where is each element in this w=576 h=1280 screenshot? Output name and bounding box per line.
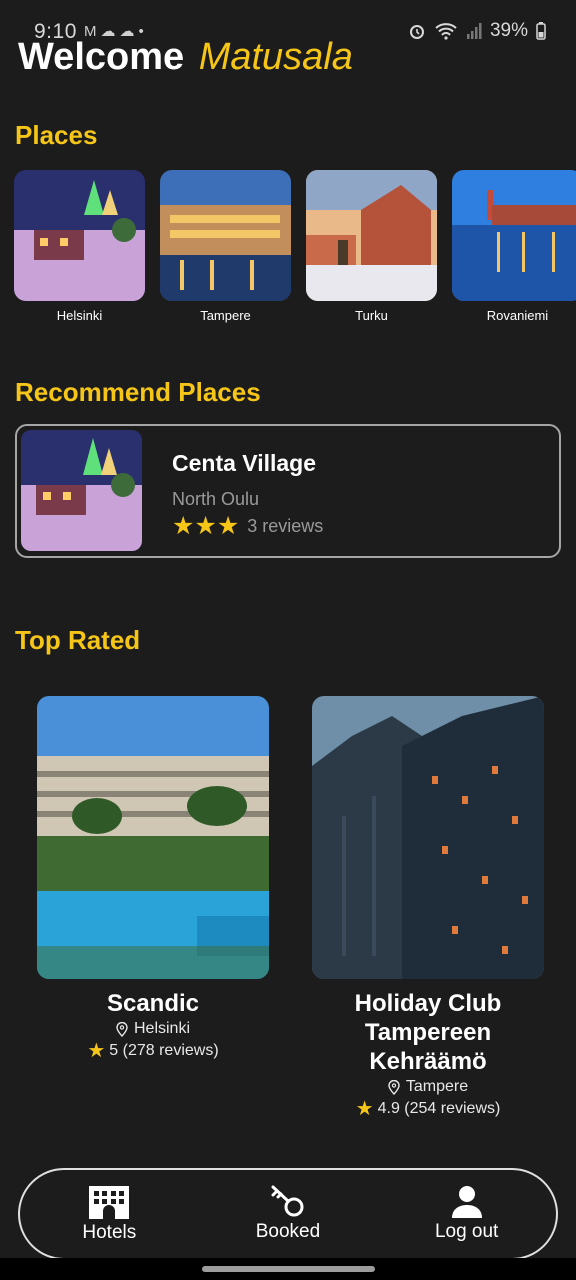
location-pin-icon (388, 1079, 400, 1095)
status-right: 39% (408, 20, 546, 42)
place-image (452, 170, 576, 301)
battery-icon (536, 22, 546, 40)
place-card-rovaniemi[interactable]: Rovaniemi (452, 170, 576, 330)
place-image (160, 170, 291, 301)
star-icon: ★ (216, 512, 240, 540)
hotel-card-holiday-club[interactable]: Holiday Club Tampereen Kehräämö Tampere … (312, 696, 544, 1119)
place-label: Turku (355, 308, 388, 323)
hotel-rating-text: 5 (278 reviews) (109, 1042, 219, 1059)
nav-item-hotels[interactable]: Hotels (34, 1184, 184, 1244)
recommended-place-name: Centa Village (172, 450, 317, 476)
hotel-rating-text: 4.9 (254 reviews) (377, 1100, 501, 1117)
star-icon: ★ (172, 512, 195, 540)
nav-item-logout[interactable]: Log out (392, 1185, 542, 1243)
recommended-place-location: North Oulu (172, 489, 260, 509)
recommend-title: Recommend Places (15, 377, 261, 407)
hotel-name: Holiday Club Tampereen Kehräämö (354, 990, 502, 1075)
hotel-image (312, 696, 544, 979)
place-card-turku[interactable]: Turku (306, 170, 437, 330)
alarm-icon (409, 25, 424, 39)
hotel-location: Helsinki (37, 1020, 269, 1038)
nav-label: Hotels (82, 1222, 137, 1243)
hotel-location-text: Helsinki (133, 1020, 190, 1037)
home-indicator[interactable] (202, 1266, 375, 1272)
hotel-rating: ★ 5 (278 reviews) (37, 1041, 269, 1061)
recommended-place-rating: ★ ★ ★ 3 reviews (172, 514, 323, 539)
nav-label: Booked (255, 1221, 321, 1242)
place-card-helsinki[interactable]: Helsinki (14, 170, 145, 330)
welcome-text: Welcome (18, 36, 185, 78)
key-icon (271, 1185, 304, 1217)
hotel-name: Scandic (106, 990, 200, 1017)
bottom-nav: Hotels Booked Log out (18, 1168, 558, 1260)
star-icon: ★ (355, 1098, 374, 1120)
hotel-icon (89, 1186, 130, 1219)
person-icon (451, 1186, 482, 1218)
place-label: Rovaniemi (486, 308, 549, 323)
hotel-location: Tampere (312, 1078, 544, 1096)
star-icon: ★ (194, 512, 217, 540)
places-title: Places (15, 120, 98, 150)
app-screen: 9:10 M☁☁• 39% Welcome Matusala Places He… (0, 0, 576, 1280)
nav-label: Log out (434, 1221, 499, 1242)
place-image (306, 170, 437, 301)
place-card-tampere[interactable]: Tampere (160, 170, 291, 330)
username: Matusala (198, 36, 353, 78)
places-carousel[interactable]: Helsinki Tampere Turku Rovaniemi (14, 170, 576, 330)
recommended-place-image (21, 430, 142, 551)
place-image (14, 170, 145, 301)
hotel-location-text: Tampere (405, 1078, 469, 1095)
signal-icon (466, 23, 482, 39)
hotel-image (37, 696, 269, 979)
location-pin-icon (116, 1021, 128, 1037)
top-rated-title: Top Rated (15, 625, 141, 655)
welcome-heading: Welcome Matusala (18, 36, 353, 79)
star-icon: ★ (87, 1040, 106, 1062)
recommended-place-card[interactable]: Centa Village North Oulu ★ ★ ★ 3 reviews (15, 424, 561, 558)
hotel-card-scandic[interactable]: Scandic Helsinki ★ 5 (278 reviews) (37, 696, 269, 1061)
place-label: Helsinki (56, 308, 103, 323)
nav-item-booked[interactable]: Booked (213, 1185, 363, 1243)
hotel-rating: ★ 4.9 (254 reviews) (312, 1099, 544, 1119)
review-count: 3 reviews (247, 516, 324, 536)
battery-percent: 39% (489, 20, 528, 41)
wifi-icon (435, 23, 457, 40)
place-label: Tampere (200, 308, 251, 323)
